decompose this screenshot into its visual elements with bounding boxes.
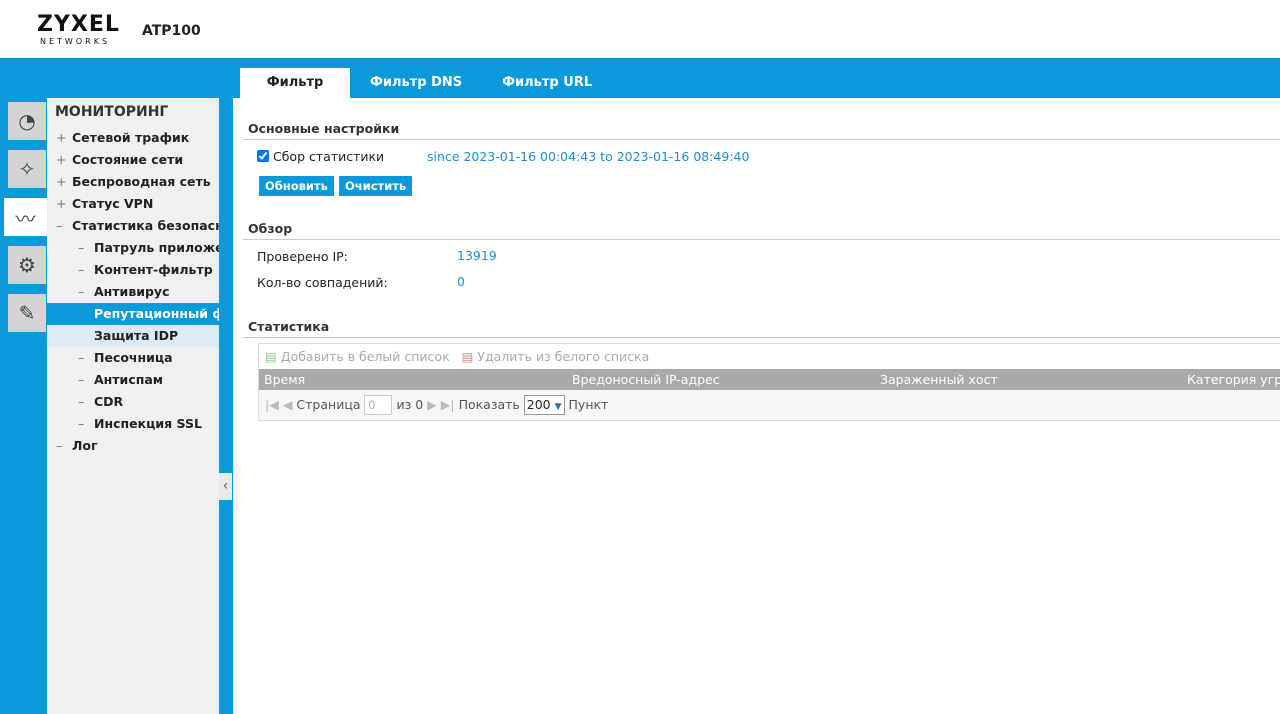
expand-icon: – bbox=[78, 262, 85, 277]
collapse-sidebar-button[interactable]: ‹ bbox=[219, 473, 232, 500]
collect-stats-checkbox[interactable]: Сбор статистики bbox=[257, 149, 384, 164]
expand-icon: – bbox=[56, 438, 63, 453]
expand-icon: + bbox=[56, 196, 67, 211]
remove-whitelist-button[interactable]: ▤ Удалить из белого списка bbox=[462, 349, 650, 364]
sidebar-item-label: Патруль приложений bbox=[94, 240, 219, 255]
col-infected-host[interactable]: Зараженный хост bbox=[880, 372, 998, 387]
sidebar-item[interactable]: – Инспекция SSL bbox=[47, 413, 219, 435]
maintenance-icon[interactable]: ✎ bbox=[8, 294, 46, 332]
chevron-down-icon: ▼ bbox=[554, 402, 562, 412]
sidebar-item-label: Статистика безопасности bbox=[72, 218, 219, 233]
sidebar-item-label: Лог bbox=[72, 438, 98, 453]
sidebar-item[interactable]: – Песочница bbox=[47, 347, 219, 369]
expand-icon: – bbox=[78, 394, 85, 409]
stats-period: since 2023-01-16 00:04:43 to 2023-01-16 … bbox=[427, 149, 750, 164]
col-threat-category[interactable]: Категория угр bbox=[1187, 372, 1280, 387]
sidebar-item-label: Статус VPN bbox=[72, 196, 154, 211]
sidebar-item[interactable]: – Лог bbox=[47, 435, 219, 457]
tab-url-filter[interactable]: Фильтр URL bbox=[482, 68, 612, 98]
sidebar-item-label: Сетевой трафик bbox=[72, 130, 190, 145]
page-label: Страница bbox=[296, 397, 361, 412]
tab-dns-filter[interactable]: Фильтр DNS bbox=[350, 68, 482, 98]
sidebar-item-label: Антиспам bbox=[94, 372, 164, 387]
matches-value: 0 bbox=[457, 274, 465, 289]
sidebar-item[interactable]: – Антивирус bbox=[47, 281, 219, 303]
logo: ZYXEL bbox=[37, 12, 120, 37]
sidebar-item[interactable]: –Статистика безопасности bbox=[47, 215, 219, 237]
remove-icon: ▤ bbox=[461, 349, 474, 364]
matches-label: Кол-во совпадений: bbox=[257, 275, 388, 290]
col-malicious-ip[interactable]: Вредоносный IP-адрес bbox=[572, 372, 720, 387]
logo-sub: NETWORKS bbox=[40, 37, 111, 46]
expand-icon: – bbox=[78, 372, 85, 387]
table-header: Время Вредоносный IP-адрес Зараженный хо… bbox=[259, 369, 1280, 390]
monitor-icon[interactable]: 〰 bbox=[4, 198, 47, 236]
expand-icon: – bbox=[78, 350, 85, 365]
page-count: из 0 bbox=[396, 397, 424, 412]
refresh-button[interactable]: Обновить bbox=[259, 176, 334, 196]
wizard-icon[interactable]: ✧ bbox=[8, 150, 46, 188]
basic-settings-title: Основные настройки bbox=[248, 121, 400, 136]
page-size-select[interactable]: 200 ▼ bbox=[523, 395, 565, 415]
add-whitelist-button[interactable]: ▤ Добавить в белый список bbox=[265, 349, 450, 364]
expand-icon: + bbox=[56, 130, 67, 145]
page-input[interactable] bbox=[364, 395, 393, 415]
sidebar-item[interactable]: + Беспроводная сеть bbox=[47, 171, 219, 193]
device-model: ATP100 bbox=[142, 23, 201, 39]
prev-page-icon[interactable]: ◀ bbox=[283, 397, 293, 412]
sidebar-item-label: Защита IDP bbox=[94, 328, 179, 343]
sidebar-item[interactable]: + Сетевой трафик bbox=[47, 127, 219, 149]
sidebar-item-label: Состояние сети bbox=[72, 152, 184, 167]
sidebar-item[interactable]: – Антиспам bbox=[47, 369, 219, 391]
overview-title: Обзор bbox=[248, 221, 293, 236]
sidebar-item[interactable]: + Состояние сети bbox=[47, 149, 219, 171]
expand-icon: – bbox=[78, 416, 85, 431]
first-page-icon[interactable]: |◀ bbox=[265, 397, 279, 412]
add-icon: ▤ bbox=[265, 349, 277, 364]
page-size-value: 200 bbox=[526, 397, 551, 412]
pagination: |◀ ◀ Страница из 0 ▶ ▶| Показать 200 ▼ П… bbox=[259, 390, 1280, 420]
main-content: Основные настройки Сбор статистики since… bbox=[233, 98, 1280, 714]
statistics-title: Статистика bbox=[248, 319, 330, 334]
expand-icon: + bbox=[56, 174, 67, 189]
expand-icon: – bbox=[78, 240, 85, 255]
nav-title: МОНИТОРИНГ bbox=[55, 104, 169, 120]
add-whitelist-label: Добавить в белый список bbox=[280, 349, 450, 364]
sidebar-item-label: Антивирус bbox=[94, 284, 170, 299]
expand-icon: – bbox=[78, 306, 85, 321]
expand-icon: – bbox=[56, 218, 63, 233]
sidebar-item-label: Песочница bbox=[94, 350, 173, 365]
remove-whitelist-label: Удалить из белого списка bbox=[477, 349, 650, 364]
tab-ip-filter[interactable]: Фильтр IP bbox=[240, 68, 350, 120]
show-label: Показать bbox=[458, 397, 520, 412]
last-page-icon[interactable]: ▶| bbox=[441, 397, 455, 412]
sidebar-item-label: Инспекция SSL bbox=[94, 416, 202, 431]
items-label: Пункт bbox=[568, 397, 609, 412]
gear-icon[interactable]: ⚙ bbox=[8, 246, 46, 284]
expand-icon: – bbox=[78, 284, 85, 299]
header: ZYXEL NETWORKS ATP100 bbox=[0, 0, 1280, 58]
sidebar-item-label: Беспроводная сеть bbox=[72, 174, 211, 189]
sidebar-item-label: Репутационный фильтр bbox=[94, 306, 219, 321]
clear-button[interactable]: Очистить bbox=[339, 176, 413, 196]
sidebar-item[interactable]: –Репутационный фильтр bbox=[47, 303, 219, 325]
dashboard-icon[interactable]: ◔ bbox=[8, 102, 46, 140]
checked-ip-value: 13919 bbox=[457, 248, 497, 263]
tab-bar: Фильтр IP Фильтр DNS Фильтр URL bbox=[240, 68, 612, 120]
next-page-icon[interactable]: ▶ bbox=[427, 397, 437, 412]
sidebar-item[interactable]: – CDR bbox=[47, 391, 219, 413]
sidebar-item[interactable]: – Контент-фильтр bbox=[47, 259, 219, 281]
sidebar-item[interactable]: + Статус VPN bbox=[47, 193, 219, 215]
checked-ip-label: Проверено IP: bbox=[257, 249, 348, 264]
col-time[interactable]: Время bbox=[264, 372, 305, 387]
sidebar-item[interactable]: –Патруль приложений bbox=[47, 237, 219, 259]
sidebar-item-label: Контент-фильтр bbox=[94, 262, 213, 277]
expand-icon: + bbox=[56, 152, 67, 167]
sidebar-nav: МОНИТОРИНГ + Сетевой трафик + Состояние сет… bbox=[47, 98, 219, 714]
stats-table: ▤ Добавить в белый список ▤ Удалить из б… bbox=[258, 343, 1280, 421]
sidebar-item-label: CDR bbox=[94, 394, 124, 409]
collect-stats-label: Сбор статистики bbox=[272, 149, 385, 164]
sidebar-item[interactable]: –Защита IDP bbox=[47, 325, 219, 347]
